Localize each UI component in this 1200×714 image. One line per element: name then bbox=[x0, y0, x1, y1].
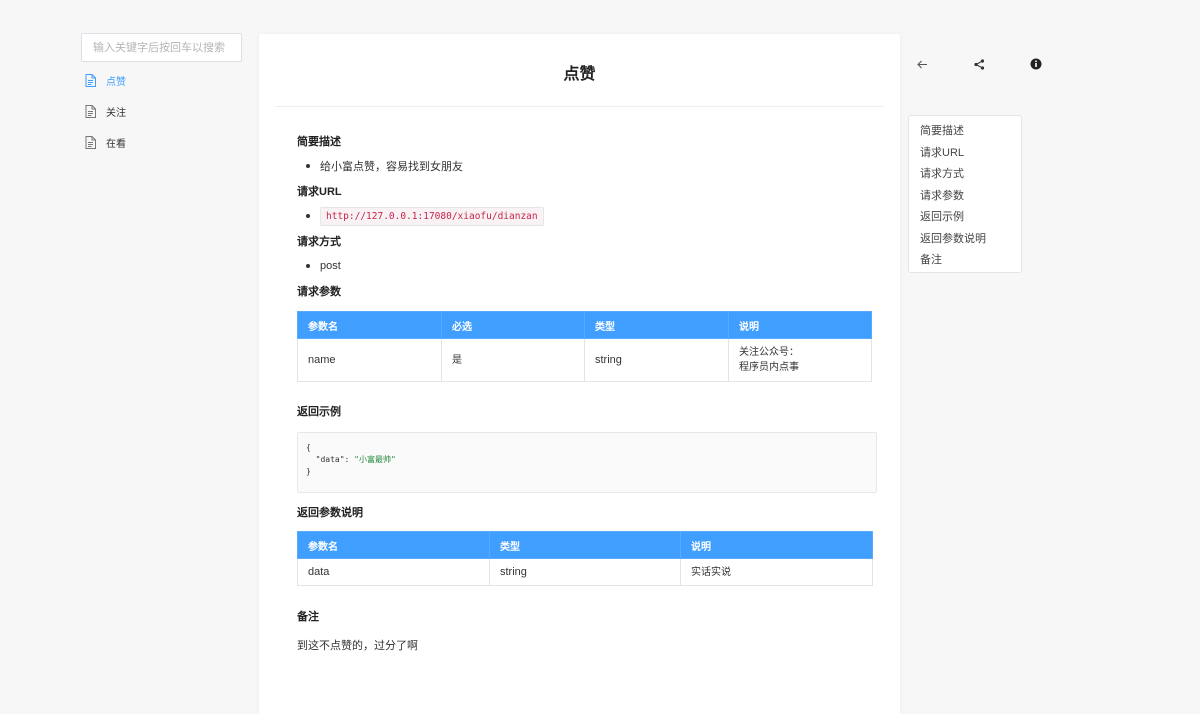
toc-item-return[interactable]: 返回参数说明 bbox=[920, 231, 1021, 253]
toc-item-note[interactable]: 备注 bbox=[920, 252, 1021, 274]
table-cell: 实话实说 bbox=[680, 558, 873, 586]
share-button[interactable] bbox=[972, 57, 986, 71]
table-header-row: 参数名 必选 类型 说明 bbox=[297, 311, 872, 339]
document-icon bbox=[85, 104, 96, 118]
toc-item-method[interactable]: 请求方式 bbox=[920, 166, 1021, 188]
toc-item-example[interactable]: 返回示例 bbox=[920, 209, 1021, 231]
section-heading-params: 请求参数 bbox=[297, 286, 341, 298]
doc-content: 简要描述 给小富点赞，容易找到女朋友 请求URL http://127.0.0.… bbox=[297, 134, 877, 653]
table-cell: 关注公众号： 程序员内点事 bbox=[728, 338, 872, 382]
table-header-cell: 参数名 bbox=[297, 531, 490, 559]
section-heading-desc: 简要描述 bbox=[297, 136, 341, 148]
sidebar-item-guanzhu[interactable]: 关注 bbox=[85, 101, 242, 121]
table-header-cell: 说明 bbox=[728, 311, 872, 339]
table-header-cell: 参数名 bbox=[297, 311, 442, 339]
url-item: http://127.0.0.1:17080/xiaofu/dianzan bbox=[297, 206, 873, 226]
cell-line: 关注公众号： bbox=[739, 347, 799, 358]
bullet-icon bbox=[306, 164, 310, 168]
info-button[interactable] bbox=[1029, 57, 1043, 71]
params-table: 参数名 必选 类型 说明 name 是 string 关注公众号： 程序员内点事 bbox=[297, 311, 872, 382]
table-row: name 是 string 关注公众号： 程序员内点事 bbox=[297, 338, 872, 382]
method-item: post bbox=[297, 256, 873, 276]
toc-item-params[interactable]: 请求参数 bbox=[920, 188, 1021, 210]
desc-text: 给小富点赞，容易找到女朋友 bbox=[320, 161, 463, 173]
code-block: { "data": "小富最帅" } bbox=[297, 432, 877, 493]
table-cell: 是 bbox=[441, 338, 585, 382]
toc-item-url[interactable]: 请求URL bbox=[920, 145, 1021, 167]
share-icon bbox=[973, 58, 984, 70]
table-header-cell: 类型 bbox=[489, 531, 681, 559]
code-line: } bbox=[306, 467, 311, 476]
sidebar-item-zaikan[interactable]: 在看 bbox=[85, 132, 242, 152]
table-cell: string bbox=[584, 338, 729, 382]
method-value: post bbox=[320, 260, 341, 272]
search-input[interactable] bbox=[81, 33, 242, 62]
section-heading-return: 返回参数说明 bbox=[297, 507, 363, 519]
cell-line: 程序员内点事 bbox=[739, 362, 799, 373]
sidebar-item-label: 关注 bbox=[106, 107, 126, 119]
return-table: 参数名 类型 说明 data string 实话实说 bbox=[297, 531, 873, 586]
back-button[interactable] bbox=[915, 57, 929, 71]
info-icon bbox=[1030, 58, 1042, 70]
sidebar: 点赞 关注 在看 bbox=[81, 33, 242, 152]
bullet-icon bbox=[306, 214, 310, 218]
table-header-cell: 类型 bbox=[584, 311, 729, 339]
desc-item: 给小富点赞，容易找到女朋友 bbox=[297, 156, 873, 176]
table-cell: string bbox=[489, 558, 681, 586]
table-cell: data bbox=[297, 558, 490, 586]
table-of-contents: 简要描述 请求URL 请求方式 请求参数 返回示例 返回参数说明 备注 bbox=[908, 115, 1022, 273]
section-heading-example: 返回示例 bbox=[297, 406, 341, 418]
sidebar-item-label: 点赞 bbox=[106, 76, 126, 88]
doc-list: 点赞 关注 在看 bbox=[81, 70, 242, 152]
table-header-cell: 说明 bbox=[680, 531, 873, 559]
section-heading-url: 请求URL bbox=[297, 186, 342, 198]
code-key: "data": bbox=[306, 455, 355, 464]
bullet-icon bbox=[306, 264, 310, 268]
table-cell: name bbox=[297, 338, 442, 382]
document-icon bbox=[85, 73, 96, 87]
section-heading-note: 备注 bbox=[297, 611, 319, 623]
code-string: "小富最帅" bbox=[354, 455, 396, 464]
section-heading-method: 请求方式 bbox=[297, 236, 341, 248]
document-icon bbox=[85, 135, 96, 149]
code-line: { bbox=[306, 443, 311, 452]
note-text: 到这不点赞的，过分了啊 bbox=[297, 640, 418, 652]
sidebar-item-label: 在看 bbox=[106, 138, 126, 150]
table-header-cell: 必选 bbox=[441, 311, 585, 339]
page-title: 点赞 bbox=[275, 34, 884, 107]
table-header-row: 参数名 类型 说明 bbox=[297, 531, 873, 559]
table-row: data string 实话实说 bbox=[297, 558, 873, 586]
doc-card: 点赞 简要描述 给小富点赞，容易找到女朋友 请求URL http://127.0… bbox=[259, 34, 900, 714]
arrow-left-icon bbox=[916, 60, 927, 68]
toc-item-desc[interactable]: 简要描述 bbox=[920, 123, 1021, 145]
sidebar-item-dianzan[interactable]: 点赞 bbox=[85, 70, 242, 90]
url-code: http://127.0.0.1:17080/xiaofu/dianzan bbox=[320, 206, 544, 226]
